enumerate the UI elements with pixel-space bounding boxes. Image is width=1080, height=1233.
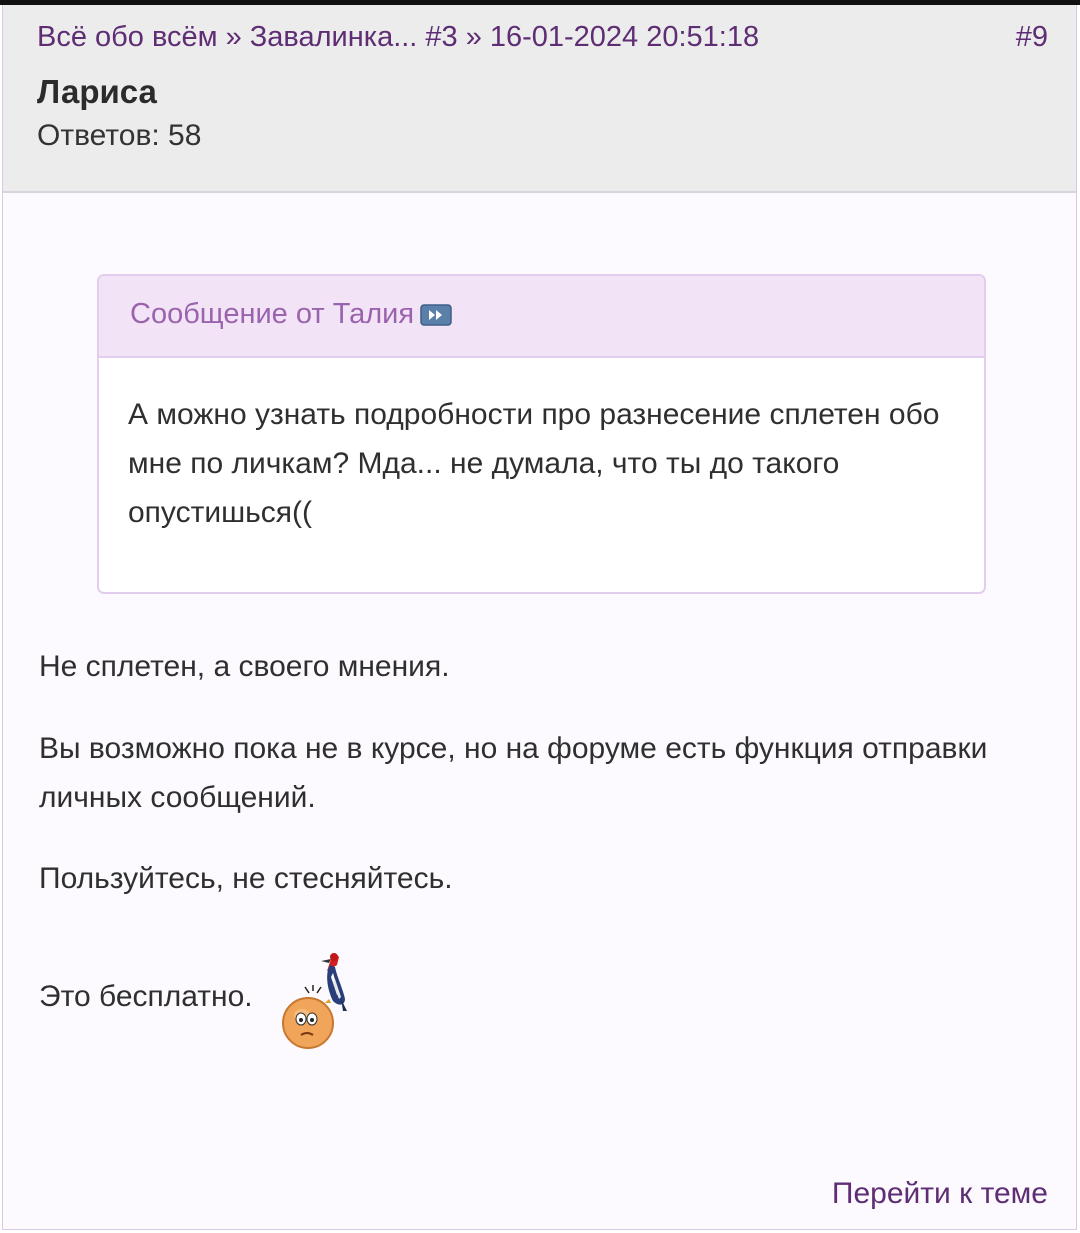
message-paragraph: Вы возможно пока не в курсе, но на форум… bbox=[39, 732, 988, 814]
post-header: Всё обо всём» Завалинка... #3» 16-01-2024 … bbox=[3, 5, 1076, 193]
author-name[interactable]: Лариса bbox=[37, 73, 157, 111]
breadcrumb-topic-link[interactable]: Завалинка... #3 bbox=[250, 21, 458, 53]
breadcrumb: Всё обо всём» Завалинка... #3» 16-01-2024 … bbox=[37, 21, 759, 54]
quote-text: А можно узнать подробности про разнесени… bbox=[128, 398, 940, 529]
message-paragraph: Это бесплатно. bbox=[39, 980, 253, 1013]
breadcrumb-separator: » bbox=[225, 21, 242, 53]
post-number-link[interactable]: #9 bbox=[1016, 21, 1048, 54]
forum-post: Всё обо всём» Завалинка... #3» 16-01-2024 … bbox=[2, 5, 1077, 1230]
woodpecker-smiley-icon bbox=[275, 949, 359, 1055]
jump-to-quote-icon[interactable] bbox=[420, 301, 452, 326]
quote-author-label: Сообщение от Талия bbox=[130, 298, 415, 330]
go-to-topic-link[interactable]: Перейти к теме bbox=[832, 1177, 1048, 1211]
quote-header: Сообщение от Талия bbox=[99, 276, 984, 358]
message-paragraph: Не сплетен, а своего мнения. bbox=[39, 650, 450, 683]
message-paragraph: Пользуйтесь, не стесняйтесь. bbox=[39, 862, 453, 895]
post-datetime-link[interactable]: 16-01-2024 20:51:18 bbox=[490, 21, 759, 53]
author-reply-count: Ответов: 58 bbox=[37, 119, 202, 152]
quote-block: Сообщение от Талия А можно узнать подроб… bbox=[97, 274, 986, 594]
breadcrumb-forum-link[interactable]: Всё обо всём bbox=[37, 21, 218, 53]
breadcrumb-separator: » bbox=[465, 21, 482, 53]
